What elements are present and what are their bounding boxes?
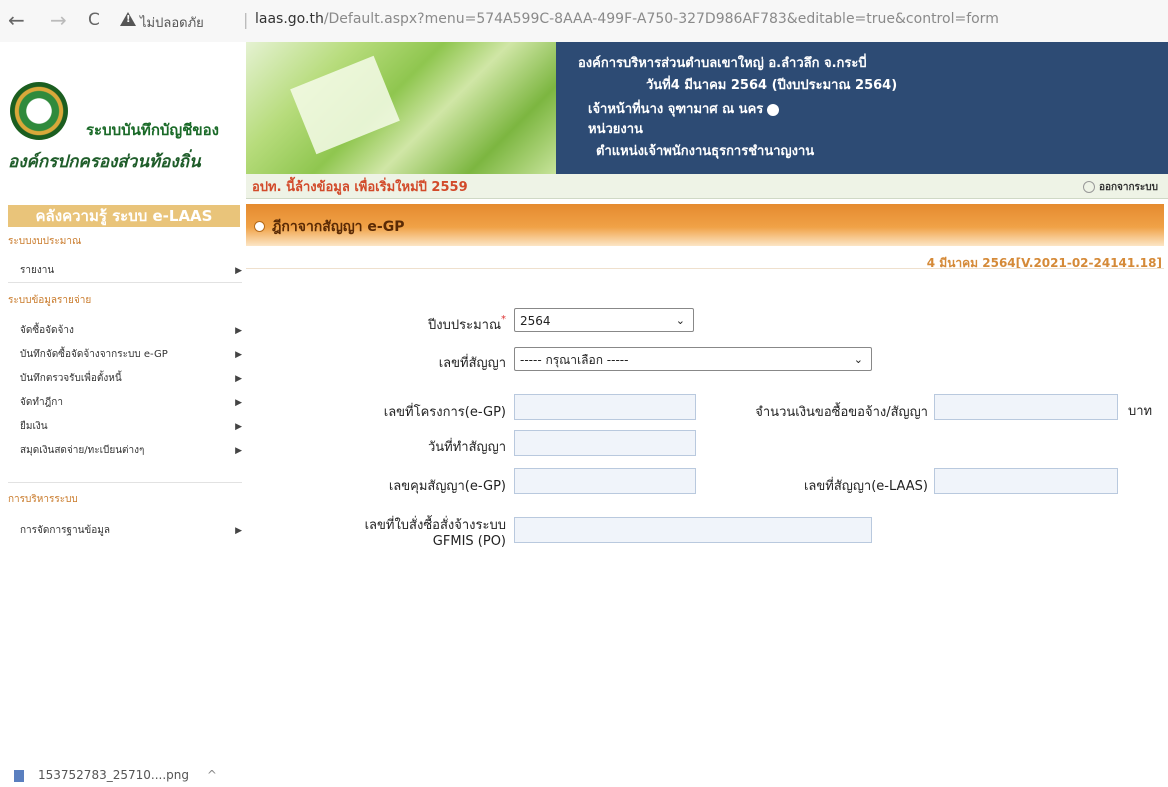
chevron-right-icon: ▶	[235, 526, 242, 536]
sidebar-item-label: จัดทำฎีกา	[20, 397, 63, 408]
sidebar-divider	[8, 482, 242, 483]
url-host: laas.go.th	[255, 11, 324, 27]
user-icon	[767, 103, 780, 116]
po-label-line2: GFMIS (PO)	[432, 534, 506, 549]
officer-name: เจ้าหน้าที่นาง จุฑามาศ ณ นคร	[588, 98, 780, 119]
logo-subtitle: องค์กรปกครองส่วนท้องถิ่น	[8, 152, 201, 172]
chevron-down-icon: ⌄	[853, 353, 863, 366]
chevron-right-icon: ▶	[235, 422, 242, 432]
sidebar-item-label: การจัดการฐานข้อมูล	[20, 525, 110, 536]
sidebar-item-label: สมุดเงินสดจ่าย/ทะเบียนต่างๆ	[20, 445, 145, 456]
sidebar-item-label: รายงาน	[20, 265, 55, 276]
sidebar-item-cashbook[interactable]: สมุดเงินสดจ่าย/ทะเบียนต่างๆ ▶	[20, 442, 242, 460]
sidebar-item-receipt-check[interactable]: บันทึกตรวจรับเพื่อตั้งหนี้ ▶	[20, 370, 242, 388]
sidebar-item-label: จัดซื้อจัดจ้าง	[20, 325, 74, 336]
chevron-right-icon: ▶	[235, 326, 242, 336]
chevron-down-icon: ⌄	[675, 314, 685, 327]
project-no-field[interactable]	[514, 394, 696, 420]
logout-link[interactable]: ออกจากระบบ	[1083, 180, 1158, 195]
bullet-icon	[254, 221, 265, 232]
url-path: /Default.aspx?menu=574A599C-8AAA-499F-A7…	[323, 11, 999, 27]
chevron-right-icon: ▶	[235, 398, 242, 408]
chevron-right-icon: ▶	[235, 446, 242, 456]
position-label: ตำแหน่งเจ้าพนักงานธุรการชำนาญงาน	[596, 144, 815, 159]
sidebar-item-procurement[interactable]: จัดซื้อจัดจ้าง ▶	[20, 322, 242, 340]
logo-title: ระบบบันทึกบัญชีของ	[86, 121, 219, 139]
contract-date-label: วันที่ทำสัญญา	[427, 440, 506, 455]
version-text: 4 มีนาคม 2564[V.2021-02-24141.18]	[926, 256, 1162, 270]
download-item[interactable]: 153752783_25710....png ^	[14, 768, 217, 782]
laas-contract-label: เลขที่สัญญา(e-LAAS)	[803, 479, 928, 494]
org-name: องค์การบริหารส่วนตำบลเขาใหญ่ อ.ลำวลึก จ.…	[578, 56, 867, 71]
sidebar-section-admin: การบริหารระบบ	[8, 494, 78, 505]
organization-seal-icon	[10, 82, 68, 140]
contract-no-value: ----- กรุณาเลือก -----	[520, 353, 629, 367]
fiscal-year-select[interactable]: 2564 ⌄	[514, 308, 694, 332]
sidebar-title[interactable]: คลังความรู้ ระบบ e-LAAS	[8, 205, 240, 227]
sidebar-item-voucher[interactable]: จัดทำฎีกา ▶	[20, 394, 242, 412]
sidebar-item-label: บันทึกจัดซื้อจัดจ้างจากระบบ e-GP	[20, 349, 168, 360]
current-date: วันที่4 มีนาคม 2564 (ปีงบประมาณ 2564)	[646, 78, 898, 93]
contract-no-select[interactable]: ----- กรุณาเลือก ----- ⌄	[514, 347, 872, 371]
officer-name-text: เจ้าหน้าที่นาง จุฑามาศ ณ นคร	[588, 102, 764, 117]
project-no-label: เลขที่โครงการ(e-GP)	[383, 405, 506, 420]
chevron-right-icon: ▶	[235, 374, 242, 384]
amount-field[interactable]	[934, 394, 1118, 420]
sidebar-item-egp-procurement[interactable]: บันทึกจัดซื้อจัดจ้างจากระบบ e-GP ▶	[20, 346, 242, 364]
sidebar-item-database[interactable]: การจัดการฐานข้อมูล ▶	[20, 522, 242, 540]
fiscal-year-label: ปีงบประมาณ*	[428, 314, 506, 335]
chevron-right-icon: ▶	[235, 266, 242, 276]
control-no-label: เลขคุมสัญญา(e-GP)	[388, 479, 506, 494]
amount-label: จำนวนเงินขอซื้อขอจ้าง/สัญญา	[755, 405, 928, 420]
file-icon	[14, 769, 24, 782]
download-filename: 153752783_25710....png	[38, 768, 189, 782]
url-separator: |	[243, 10, 249, 29]
security-label[interactable]: ไม่ปลอดภัย	[140, 12, 204, 33]
sidebar-item-borrow[interactable]: ยืมเงิน ▶	[20, 418, 242, 436]
warning-icon[interactable]: !	[120, 12, 136, 26]
required-marker: *	[501, 314, 506, 325]
sidebar-section-budget: ระบบงบประมาณ	[8, 236, 82, 247]
chevron-right-icon: ▶	[235, 350, 242, 360]
page-title: ฎีกาจากสัญญา e-GP	[272, 219, 405, 235]
reload-icon[interactable]: C	[88, 10, 100, 30]
fiscal-year-value: 2564	[520, 314, 551, 328]
address-bar[interactable]: laas.go.th/Default.aspx?menu=574A599C-8A…	[255, 11, 999, 27]
sidebar-item-label: บันทึกตรวจรับเพื่อตั้งหนี้	[20, 373, 122, 384]
po-label: เลขที่ใบสั่งซื้อสั่งจ้างระบบ	[364, 518, 506, 533]
po-field[interactable]	[514, 517, 872, 543]
unit-label: หน่วยงาน	[588, 122, 643, 137]
amount-unit: บาท	[1128, 404, 1153, 419]
sidebar-divider	[8, 282, 242, 283]
user-info-panel: องค์การบริหารส่วนตำบลเขาใหญ่ อ.ลำวลึก จ.…	[556, 42, 1168, 174]
sidebar-section-expense: ระบบข้อมูลรายจ่าย	[8, 295, 92, 306]
contract-no-label: เลขที่สัญญา	[438, 356, 506, 371]
notice-text: อปท. นี้ล้างข้อมูล เพื่อเริ่มใหม่ปี 2559	[252, 180, 468, 195]
sidebar-item-label: ยืมเงิน	[20, 421, 48, 432]
chevron-up-icon[interactable]: ^	[207, 768, 217, 782]
back-icon[interactable]: ←	[8, 8, 25, 32]
contract-date-field[interactable]	[514, 430, 696, 456]
forward-icon[interactable]: →	[50, 8, 67, 32]
banner-image	[246, 42, 556, 174]
fiscal-year-label-text: ปีงบประมาณ	[428, 318, 501, 333]
divider	[246, 268, 1164, 269]
control-no-field[interactable]	[514, 468, 696, 494]
sidebar-item-report[interactable]: รายงาน ▶	[20, 262, 242, 280]
laas-contract-field[interactable]	[934, 468, 1118, 494]
